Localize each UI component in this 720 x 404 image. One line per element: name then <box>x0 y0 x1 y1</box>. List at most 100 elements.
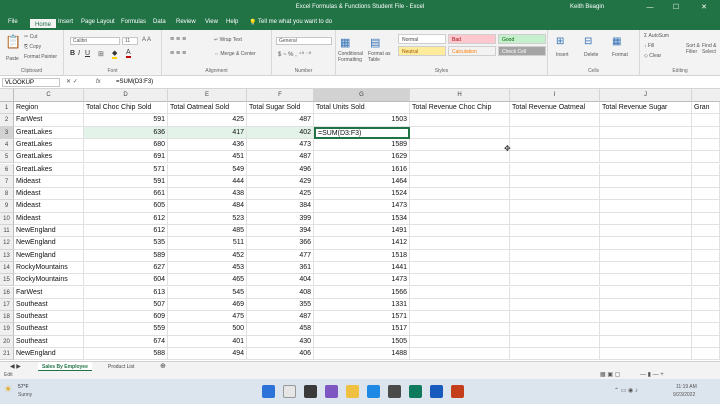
cell-h3[interactable] <box>410 126 510 139</box>
cell-f18[interactable]: 487 <box>247 311 314 324</box>
row-header[interactable]: 19 <box>0 323 14 336</box>
font-size-dropdown[interactable]: 11 <box>122 37 138 45</box>
cell-f15[interactable]: 404 <box>247 274 314 287</box>
cell-c4[interactable]: GreatLakes <box>14 138 84 152</box>
cell-d2[interactable]: 591 <box>84 114 168 127</box>
cell-h16[interactable] <box>410 286 510 299</box>
cell-i8[interactable] <box>510 188 600 201</box>
cell-i3[interactable] <box>510 126 600 139</box>
cell-c3[interactable]: GreatLakes <box>14 126 84 139</box>
cell-i10[interactable] <box>510 212 600 225</box>
autosum-button[interactable]: Σ AutoSum <box>644 33 669 39</box>
cell-h9[interactable] <box>410 200 510 213</box>
number-format-dropdown[interactable]: General <box>276 37 332 45</box>
wrap-text-button[interactable]: ↵ Wrap Text <box>214 37 242 43</box>
cell-f12[interactable]: 366 <box>247 237 314 250</box>
cell-d6[interactable]: 571 <box>84 163 168 176</box>
cell-k14[interactable] <box>692 261 720 275</box>
zoom-slider[interactable]: — ▮ — + <box>640 371 664 378</box>
cell-i19[interactable] <box>510 323 600 336</box>
cell-j15[interactable] <box>600 274 692 287</box>
tray-icons[interactable]: ⌃ ▭ ◉ ♪ <box>614 387 638 394</box>
cell-g9[interactable]: 1473 <box>314 200 410 213</box>
find-select-button[interactable]: Find & Select <box>702 43 720 55</box>
column-header-c[interactable]: C <box>14 89 84 102</box>
tab-page-layout[interactable]: Page Layout <box>81 19 115 25</box>
cell-j18[interactable] <box>600 311 692 324</box>
file-explorer-icon[interactable] <box>346 385 359 398</box>
cell-c15[interactable]: RockyMountains <box>14 274 84 287</box>
formula-input[interactable]: =SUM(D3:F3) <box>116 79 153 85</box>
italic-button[interactable]: I <box>78 50 80 57</box>
cell-g4[interactable]: 1589 <box>314 138 410 152</box>
insert-cells-button[interactable]: Insert <box>556 52 569 58</box>
task-view-icon[interactable] <box>304 385 317 398</box>
cell-c20[interactable]: Southeast <box>14 335 84 348</box>
row-header[interactable]: 21 <box>0 348 14 361</box>
cell-j17[interactable] <box>600 298 692 312</box>
column-header-e[interactable]: E <box>168 89 247 102</box>
cell-j4[interactable] <box>600 138 692 152</box>
cell-d16[interactable]: 613 <box>84 286 168 299</box>
maximize-button[interactable]: ☐ <box>666 0 686 16</box>
cell-j14[interactable] <box>600 261 692 275</box>
cell-j3[interactable] <box>600 126 692 139</box>
style-neutral[interactable]: Neutral <box>398 46 446 56</box>
cell-j7[interactable] <box>600 175 692 189</box>
tab-data[interactable]: Data <box>153 19 166 25</box>
format-as-table-button[interactable]: Format as Table <box>368 51 394 63</box>
cell-f11[interactable]: 394 <box>247 225 314 238</box>
row-header[interactable]: 2 <box>0 114 14 127</box>
row-header[interactable]: 1 <box>0 102 14 115</box>
cell-i16[interactable] <box>510 286 600 299</box>
cell-g20[interactable]: 1505 <box>314 335 410 348</box>
cell-g10[interactable]: 1534 <box>314 212 410 225</box>
cell-f4[interactable]: 473 <box>247 138 314 152</box>
cell-g16[interactable]: 1566 <box>314 286 410 299</box>
cell-e10[interactable]: 523 <box>168 212 247 225</box>
cell-f10[interactable]: 399 <box>247 212 314 225</box>
cell-f14[interactable]: 361 <box>247 261 314 275</box>
format-painter-button[interactable]: Format Painter <box>24 54 57 60</box>
cell-c10[interactable]: Mideast <box>14 212 84 225</box>
row-header[interactable]: 16 <box>0 286 14 299</box>
format-cells-button[interactable]: Format <box>612 52 628 58</box>
cell-h11[interactable] <box>410 225 510 238</box>
copy-button[interactable]: ⎘ Copy <box>24 44 41 50</box>
cell-k1[interactable]: Gran <box>692 102 720 115</box>
cell-d5[interactable]: 691 <box>84 151 168 164</box>
cell-k15[interactable] <box>692 274 720 287</box>
cell-d18[interactable]: 609 <box>84 311 168 324</box>
cell-c11[interactable]: NewEngland <box>14 225 84 238</box>
cell-c8[interactable]: Mideast <box>14 188 84 201</box>
cell-d7[interactable]: 591 <box>84 175 168 189</box>
style-normal[interactable]: Normal <box>398 34 446 44</box>
cell-g5[interactable]: 1629 <box>314 151 410 164</box>
close-button[interactable]: ✕ <box>694 0 714 16</box>
style-bad[interactable]: Bad <box>448 34 496 44</box>
cell-d15[interactable]: 604 <box>84 274 168 287</box>
cell-j12[interactable] <box>600 237 692 250</box>
name-box[interactable]: VLOOKUP <box>2 78 60 87</box>
cell-c12[interactable]: NewEngland <box>14 237 84 250</box>
clear-button[interactable]: ◇ Clear <box>644 53 661 59</box>
cell-f20[interactable]: 430 <box>247 335 314 348</box>
cell-j2[interactable] <box>600 114 692 127</box>
paste-button[interactable]: Paste <box>6 56 19 62</box>
cell-e6[interactable]: 549 <box>168 163 247 176</box>
cell-h12[interactable] <box>410 237 510 250</box>
cell-k7[interactable] <box>692 175 720 189</box>
cell-g6[interactable]: 1616 <box>314 163 410 176</box>
cell-f19[interactable]: 458 <box>247 323 314 336</box>
cell-e20[interactable]: 401 <box>168 335 247 348</box>
cell-h5[interactable] <box>410 151 510 164</box>
cell-f8[interactable]: 425 <box>247 188 314 201</box>
cell-j11[interactable] <box>600 225 692 238</box>
chat-icon[interactable] <box>325 385 338 398</box>
fx-icon[interactable]: fx <box>96 79 101 85</box>
cell-k16[interactable] <box>692 286 720 299</box>
cell-e19[interactable]: 500 <box>168 323 247 336</box>
user-name[interactable]: Keith Beagin <box>570 4 604 10</box>
cell-h14[interactable] <box>410 261 510 275</box>
merge-center-button[interactable]: ⇔ Merge & Center <box>214 51 256 57</box>
